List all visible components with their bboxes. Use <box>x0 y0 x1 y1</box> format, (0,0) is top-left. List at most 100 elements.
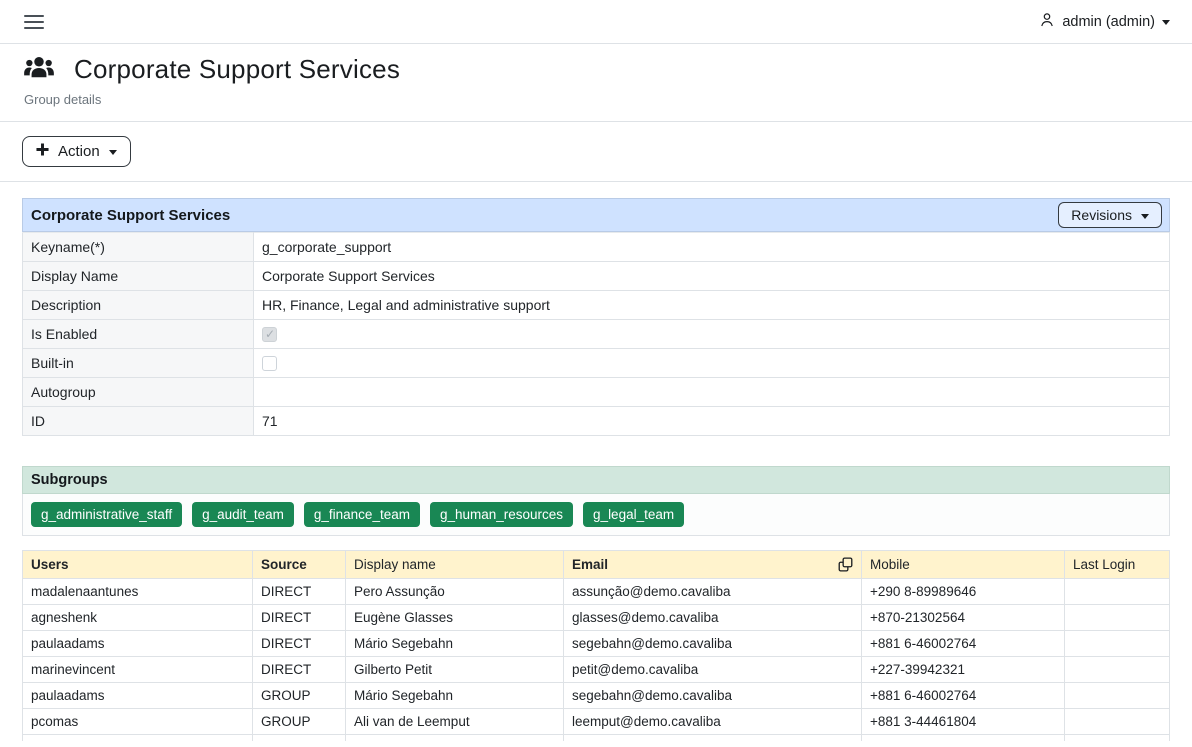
cell-display-name: Pero Assunção <box>346 579 564 605</box>
cell-empty <box>253 735 346 741</box>
action-button[interactable]: Action <box>22 136 131 167</box>
page-subtitle: Group details <box>24 92 1170 107</box>
users-table: Users Source Display name Email Mobile Last L… <box>22 550 1170 741</box>
column-header-label: Source <box>261 557 307 572</box>
column-header-mobile: Mobile <box>862 551 1065 579</box>
cell-display-name: Gilberto Petit <box>346 657 564 683</box>
panel-title: Corporate Support Services <box>31 207 230 224</box>
top-bar: admin (admin) <box>0 0 1192 44</box>
detail-value <box>254 378 1170 407</box>
detail-label: ID <box>23 407 254 436</box>
cell-email: segebahn@demo.cavaliba <box>564 631 862 657</box>
subgroup-badge[interactable]: g_audit_team <box>192 502 294 527</box>
column-header-users: Users <box>23 551 253 579</box>
table-row: madalenaantunesDIRECTPero Assunçãoassunç… <box>23 579 1170 605</box>
subgroup-badge[interactable]: g_human_resources <box>430 502 573 527</box>
detail-value: g_corporate_support <box>254 233 1170 262</box>
column-header-email: Email <box>564 551 862 579</box>
action-button-label: Action <box>58 143 100 160</box>
cell-mobile: +881 3-44461804 <box>862 709 1065 735</box>
chevron-down-icon <box>109 150 117 155</box>
detail-value: HR, Finance, Legal and administrative su… <box>254 291 1170 320</box>
cell-username: paulaadams <box>23 631 253 657</box>
group-details-panel-header: Corporate Support Services Revisions <box>22 198 1170 232</box>
detail-label: Built-in <box>23 349 254 378</box>
subgroup-badge[interactable]: g_finance_team <box>304 502 420 527</box>
column-header-label: Mobile <box>870 557 910 572</box>
column-header-label: Email <box>572 557 608 572</box>
person-icon <box>1039 12 1055 32</box>
cell-email: leemput@demo.cavaliba <box>564 709 862 735</box>
detail-row: Keyname(*)g_corporate_support <box>23 233 1170 262</box>
column-header-last-login: Last Login <box>1065 551 1170 579</box>
copy-icon[interactable] <box>838 557 853 572</box>
user-menu-label: admin (admin) <box>1062 14 1155 30</box>
cell-source: GROUP <box>253 709 346 735</box>
cell-display-name: Mário Segebahn <box>346 683 564 709</box>
cell-empty <box>564 735 862 741</box>
cell-last-login <box>1065 657 1170 683</box>
cell-empty <box>346 735 564 741</box>
detail-label: Keyname(*) <box>23 233 254 262</box>
cell-email: petit@demo.cavaliba <box>564 657 862 683</box>
detail-label: Description <box>23 291 254 320</box>
detail-row: ID71 <box>23 407 1170 436</box>
subgroup-badge[interactable]: g_administrative_staff <box>31 502 182 527</box>
table-row: paulaadamsGROUPMário Segebahnsegebahn@de… <box>23 683 1170 709</box>
detail-row: Display NameCorporate Support Services <box>23 262 1170 291</box>
cell-empty <box>1065 735 1170 741</box>
cell-last-login <box>1065 579 1170 605</box>
detail-value: Corporate Support Services <box>254 262 1170 291</box>
cell-username: paulaadams <box>23 683 253 709</box>
cell-mobile: +870-21302564 <box>862 605 1065 631</box>
cell-username: agneshenk <box>23 605 253 631</box>
subgroups-panel-header: Subgroups <box>22 466 1170 494</box>
cell-last-login <box>1065 709 1170 735</box>
detail-row: Built-in <box>23 349 1170 378</box>
group-details-table: Keyname(*)g_corporate_supportDisplay Nam… <box>22 232 1170 436</box>
page-title: Corporate Support Services <box>74 54 400 85</box>
revisions-button[interactable]: Revisions <box>1058 202 1162 228</box>
cell-display-name: Ali van de Leemput <box>346 709 564 735</box>
cell-mobile: +290 8-89989646 <box>862 579 1065 605</box>
table-row: paulaadamsDIRECTMário Segebahnsegebahn@d… <box>23 631 1170 657</box>
main-content: Corporate Support Services Revisions Key… <box>0 182 1192 741</box>
table-row: pcomasGROUPAli van de Leemputleemput@dem… <box>23 709 1170 735</box>
group-icon <box>24 55 54 84</box>
checked-checkbox <box>262 327 277 342</box>
detail-row: Autogroup <box>23 378 1170 407</box>
cell-username: marinevincent <box>23 657 253 683</box>
column-header-source: Source <box>253 551 346 579</box>
detail-label: Is Enabled <box>23 320 254 349</box>
cell-source: GROUP <box>253 683 346 709</box>
subgroup-badge[interactable]: g_legal_team <box>583 502 684 527</box>
chevron-down-icon <box>1141 214 1149 219</box>
group-details-panel: Corporate Support Services Revisions Key… <box>22 198 1170 436</box>
detail-value: 71 <box>254 407 1170 436</box>
cell-last-login <box>1065 683 1170 709</box>
cell-source: DIRECT <box>253 579 346 605</box>
cell-empty <box>862 735 1065 741</box>
subgroups-panel: Subgroups g_administrative_staff g_audit_… <box>22 466 1170 536</box>
cell-empty <box>23 735 253 741</box>
detail-label: Display Name <box>23 262 254 291</box>
cell-display-name: Eugène Glasses <box>346 605 564 631</box>
cell-mobile: +881 6-46002764 <box>862 683 1065 709</box>
cell-mobile: +227-39942321 <box>862 657 1065 683</box>
hamburger-menu-icon[interactable] <box>22 11 46 33</box>
user-menu[interactable]: admin (admin) <box>1039 12 1170 32</box>
cell-last-login <box>1065 605 1170 631</box>
cell-email: segebahn@demo.cavaliba <box>564 683 862 709</box>
column-header-display-name: Display name <box>346 551 564 579</box>
column-header-label: Display name <box>354 557 436 572</box>
table-row-partial <box>23 735 1170 741</box>
chevron-down-icon <box>1162 20 1170 25</box>
users-panel: Users Source Display name Email Mobile Last L… <box>22 550 1170 741</box>
detail-value <box>254 320 1170 349</box>
cell-email: glasses@demo.cavaliba <box>564 605 862 631</box>
cell-email: assunção@demo.cavaliba <box>564 579 862 605</box>
page-header: Corporate Support Services Group details <box>0 44 1192 122</box>
table-row: marinevincentDIRECTGilberto Petitpetit@d… <box>23 657 1170 683</box>
subgroup-badges: g_administrative_staff g_audit_team g_fina… <box>22 494 1170 536</box>
cell-source: DIRECT <box>253 605 346 631</box>
